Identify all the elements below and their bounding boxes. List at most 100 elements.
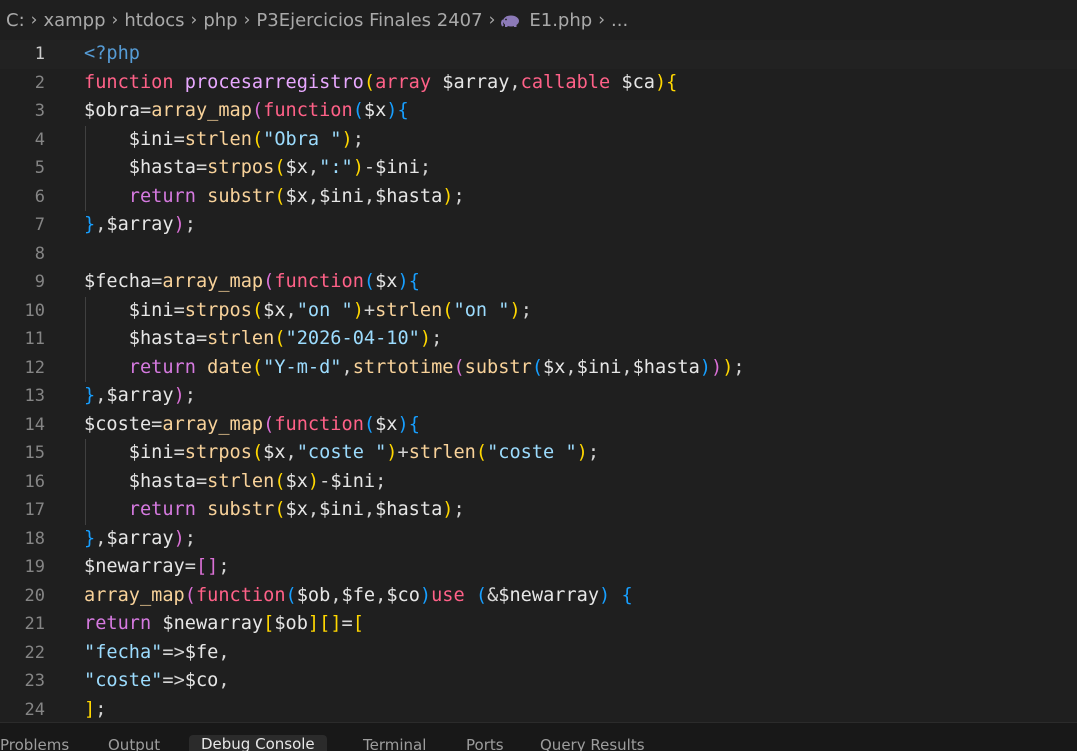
code-line[interactable]: 1 <?php: [0, 40, 1077, 69]
code-token: ,: [621, 356, 633, 378]
code-line[interactable]: 17 return substr($x,$ini,$hasta);: [0, 496, 1077, 525]
code-line[interactable]: 11 $hasta=strlen("2026-04-10");: [0, 325, 1077, 354]
code-token: ): [386, 100, 398, 121]
code-token: ): [699, 356, 711, 378]
code-token: {: [666, 71, 678, 93]
code-editor[interactable]: 1 <?php 2 function procesarregistro(array $…: [0, 40, 1077, 722]
tab-terminal[interactable]: Terminal: [363, 736, 426, 751]
code-line[interactable]: 7},$array);: [0, 211, 1077, 240]
code-token: return: [84, 356, 208, 378]
breadcrumb-item-file[interactable]: E1.php: [529, 10, 592, 31]
breadcrumb-item-drive[interactable]: C:: [6, 10, 25, 31]
code-line[interactable]: 21 return $newarray[$ob][]=[: [0, 610, 1077, 639]
panel-resize-handle[interactable]: ...: [886, 723, 902, 727]
code-token: "coste": [84, 670, 163, 691]
code-token: $fe: [184, 641, 219, 663]
code-token: +: [397, 442, 409, 463]
breadcrumb-item-php[interactable]: php: [203, 10, 237, 31]
code-token: $hasta: [84, 470, 196, 492]
code-line[interactable]: 5 $hasta=strpos($x,":")-$ini;: [0, 154, 1077, 183]
code-line[interactable]: 14 $coste=array_map(function($x){: [0, 411, 1077, 440]
code-token: date: [207, 356, 252, 378]
code-token: $ini: [375, 157, 420, 178]
code-line[interactable]: 8: [0, 240, 1077, 269]
code-line[interactable]: 6 return substr($x,$ini,$hasta);: [0, 183, 1077, 212]
line-number: 22: [24, 642, 45, 663]
tab-query-results[interactable]: Query Results: [540, 736, 645, 751]
code-line[interactable]: 10 $ini=strpos($x,"on ")+strlen("on ");: [0, 297, 1077, 326]
line-number: 4: [34, 129, 45, 150]
code-line[interactable]: 19 $newarray=[];: [0, 553, 1077, 582]
code-token: ,: [218, 670, 230, 691]
code-token: =: [341, 613, 353, 634]
code-token: function: [263, 100, 353, 121]
code-token: $newarray: [498, 584, 600, 606]
code-token: ;: [520, 299, 532, 321]
line-number: 16: [24, 471, 45, 492]
code-token: ): [173, 527, 185, 549]
code-token: $ini: [576, 356, 622, 378]
tab-ports[interactable]: Ports: [466, 736, 504, 751]
code-token: $ini: [84, 299, 174, 321]
code-token: =: [173, 442, 185, 463]
code-line[interactable]: 12 return date("Y-m-d",strtotime(substr(…: [0, 354, 1077, 383]
chevron-right-icon: ›: [488, 10, 496, 30]
code-token: strpos: [184, 442, 252, 463]
code-token: ,: [565, 356, 577, 378]
code-line[interactable]: 18},$array);: [0, 525, 1077, 554]
code-line[interactable]: 20 array_map(function($ob,$fe,$co)use (&$…: [0, 582, 1077, 611]
line-number: 6: [34, 186, 45, 207]
code-token: ): [397, 413, 409, 435]
breadcrumb-item-folder[interactable]: P3Ejercicios Finales 2407: [256, 10, 482, 31]
code-line[interactable]: 16 $hasta=strlen($x)-$ini;: [0, 468, 1077, 497]
code-token: ":": [319, 157, 353, 178]
code-token: $hasta: [84, 157, 196, 178]
code-line[interactable]: 13},$array);: [0, 382, 1077, 411]
code-token: ,: [307, 157, 320, 178]
code-line[interactable]: 22 "fecha"=>$fe,: [0, 639, 1077, 668]
code-token: $array: [106, 527, 174, 549]
code-token: (: [475, 442, 488, 463]
php-elephant-icon: [501, 15, 520, 27]
code-token: $ob: [296, 584, 331, 606]
code-token: ;: [184, 527, 196, 549]
code-token: array_map: [162, 413, 264, 435]
code-line[interactable]: 23 "coste"=>$co,: [0, 667, 1077, 696]
code-token: }: [84, 385, 96, 406]
code-token: $hasta: [375, 185, 443, 207]
code-text: $fecha=array_map(function($x){: [84, 268, 420, 297]
tab-output[interactable]: Output: [108, 736, 160, 751]
code-text: $hasta=strpos($x,":")-$ini;: [84, 154, 431, 183]
code-token: array: [375, 71, 443, 93]
code-token: ): [386, 442, 398, 463]
code-token: (: [274, 499, 286, 520]
tab-debug-console[interactable]: Debug Console: [189, 735, 327, 751]
code-token: strlen: [207, 328, 275, 349]
code-line[interactable]: 9 $fecha=array_map(function($x){: [0, 268, 1077, 297]
code-token: }: [84, 214, 96, 235]
line-number: 13: [24, 386, 45, 406]
code-token: $x: [363, 100, 387, 121]
code-token: ): [341, 128, 353, 150]
code-text: $newarray=[];: [84, 553, 230, 582]
line-number: 5: [34, 158, 45, 178]
code-text: $coste=array_map(function($x){: [84, 411, 420, 440]
code-token: $ini: [84, 442, 174, 463]
code-token: ;: [218, 556, 230, 577]
code-token: (: [363, 271, 376, 292]
tab-problems[interactable]: Problems: [0, 736, 69, 751]
code-token: (: [263, 271, 275, 292]
code-token: $x: [375, 271, 398, 292]
code-line[interactable]: 3 $obra=array_map(function($x){: [0, 97, 1077, 126]
code-token: $hasta: [84, 328, 196, 349]
breadcrumb-item-symbols[interactable]: ...: [611, 10, 628, 31]
code-line[interactable]: 2 function procesarregistro(array $array,…: [0, 69, 1077, 98]
code-token: substr: [207, 185, 275, 207]
breadcrumb-item-htdocs[interactable]: htdocs: [124, 10, 184, 31]
breadcrumb-item-xampp[interactable]: xampp: [43, 10, 105, 31]
code-line[interactable]: 15 $ini=strpos($x,"coste ")+strlen("cost…: [0, 439, 1077, 468]
code-token: $x: [263, 442, 286, 463]
code-token: ,: [509, 71, 521, 93]
code-line[interactable]: 24];: [0, 696, 1077, 723]
code-line[interactable]: 4 $ini=strlen("Obra ");: [0, 126, 1077, 155]
